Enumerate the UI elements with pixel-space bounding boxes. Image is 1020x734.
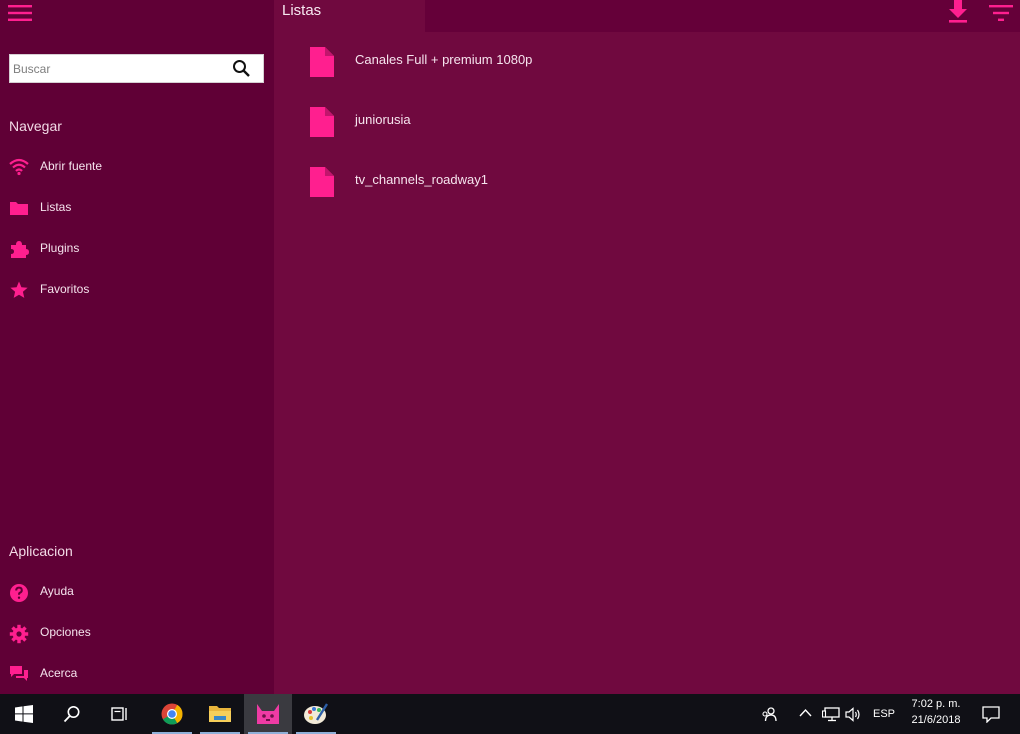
list-item-name: juniorusia bbox=[355, 112, 411, 127]
clock-date: 21/6/2018 bbox=[911, 714, 961, 726]
paint-icon bbox=[304, 703, 329, 724]
list-item[interactable]: Canales Full + premium 1080p bbox=[300, 37, 1000, 87]
chrome-icon bbox=[161, 703, 183, 725]
search-box[interactable] bbox=[9, 54, 264, 83]
windows-start-icon bbox=[15, 705, 33, 723]
notifications-icon[interactable] bbox=[982, 706, 1000, 723]
filter-icon[interactable] bbox=[989, 4, 1013, 22]
application-section-title: Aplicacion bbox=[9, 543, 73, 559]
clock[interactable]: 7:02 p. m. 21/6/2018 bbox=[900, 696, 972, 728]
list-item-name: tv_channels_roadway1 bbox=[355, 172, 488, 187]
nav-item-listas[interactable]: Listas bbox=[0, 191, 274, 225]
nav-item-abrir-fuente[interactable]: Abrir fuente bbox=[0, 150, 274, 184]
list-item-name: Canales Full + premium 1080p bbox=[355, 52, 533, 67]
nav-label-favoritos: Favoritos bbox=[40, 282, 90, 296]
navigate-section-title: Navegar bbox=[9, 118, 62, 134]
clock-time: 7:02 p. m. bbox=[911, 698, 961, 710]
windows-start-button[interactable] bbox=[0, 694, 48, 734]
wifi-icon bbox=[9, 158, 29, 176]
nav-item-opciones[interactable]: Opciones bbox=[0, 616, 274, 650]
file-explorer-icon bbox=[209, 706, 231, 722]
list-item[interactable]: juniorusia bbox=[300, 97, 1000, 147]
file-icon bbox=[310, 47, 334, 77]
taskbar-iptv-app[interactable] bbox=[244, 694, 292, 734]
taskbar-search-button[interactable] bbox=[48, 694, 96, 734]
nav-label-opciones: Opciones bbox=[40, 625, 91, 639]
chat-icon bbox=[10, 666, 28, 681]
gear-icon bbox=[9, 624, 29, 644]
nav-item-acerca[interactable]: Acerca bbox=[0, 657, 274, 691]
help-icon bbox=[10, 584, 28, 602]
language-indicator[interactable]: ESP bbox=[873, 708, 895, 720]
task-view-button[interactable] bbox=[96, 694, 144, 734]
hamburger-icon[interactable] bbox=[8, 4, 32, 22]
sidebar: Navegar Abrir fuente Listas Plugins Favo… bbox=[0, 0, 274, 694]
search-icon[interactable] bbox=[232, 59, 251, 78]
search-input[interactable] bbox=[10, 55, 233, 82]
title-tab: Listas bbox=[274, 0, 425, 32]
taskbar-paint[interactable] bbox=[292, 694, 340, 734]
network-icon[interactable] bbox=[822, 707, 840, 722]
download-icon[interactable] bbox=[947, 0, 969, 24]
nav-label-listas: Listas bbox=[40, 200, 72, 214]
nav-label-ayuda: Ayuda bbox=[40, 584, 74, 598]
search-icon bbox=[63, 706, 80, 723]
nav-item-ayuda[interactable]: Ayuda bbox=[0, 575, 274, 609]
file-icon bbox=[310, 107, 334, 137]
iptv-app-icon bbox=[257, 704, 279, 724]
nav-item-favoritos[interactable]: Favoritos bbox=[0, 273, 274, 307]
page-title: Listas bbox=[282, 2, 322, 19]
nav-label-abrir-fuente: Abrir fuente bbox=[40, 159, 103, 173]
taskbar-chrome[interactable] bbox=[148, 694, 196, 734]
star-icon bbox=[10, 281, 28, 298]
task-view-icon bbox=[111, 707, 127, 721]
nav-label-acerca: Acerca bbox=[40, 666, 78, 680]
people-icon[interactable] bbox=[762, 706, 778, 722]
nav-item-plugins[interactable]: Plugins bbox=[0, 232, 274, 266]
chevron-up-icon[interactable] bbox=[799, 708, 812, 718]
volume-icon[interactable] bbox=[845, 707, 862, 722]
list-item[interactable]: tv_channels_roadway1 bbox=[300, 157, 1000, 207]
nav-label-plugins: Plugins bbox=[40, 241, 80, 255]
file-icon bbox=[310, 167, 334, 197]
taskbar: ESP 7:02 p. m. 21/6/2018 bbox=[0, 694, 1020, 734]
folder-icon bbox=[10, 202, 28, 215]
puzzle-icon bbox=[11, 241, 29, 258]
taskbar-file-explorer[interactable] bbox=[196, 694, 244, 734]
